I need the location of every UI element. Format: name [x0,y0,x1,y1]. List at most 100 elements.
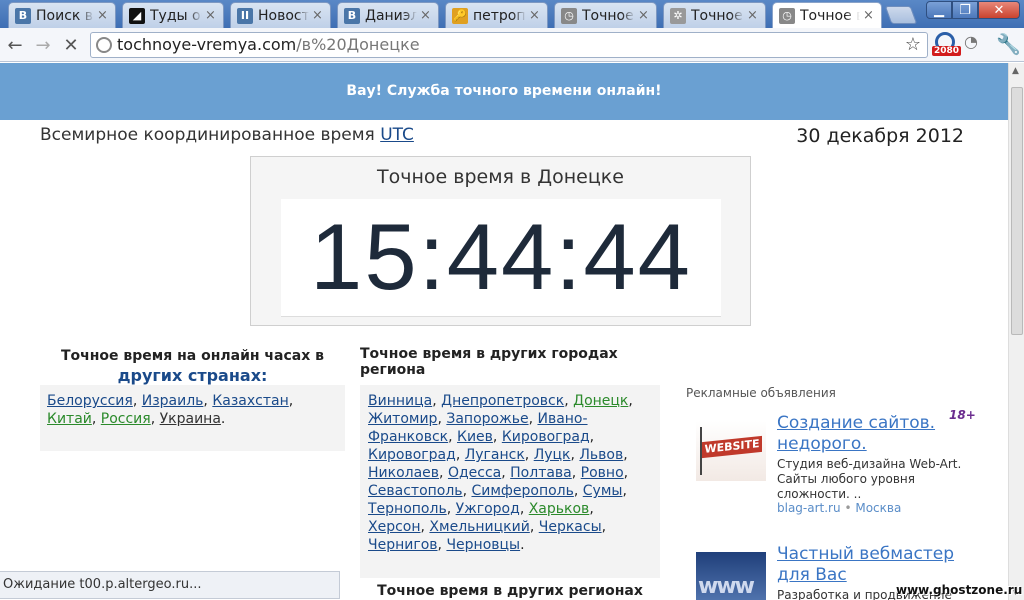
list-link[interactable]: Тернополь [368,501,447,517]
list-link[interactable]: Донецк [573,393,628,409]
ad-text: Студия веб-дизайна Web-Art. Сайты любого… [777,457,962,501]
list-link[interactable]: Черкасы [539,519,602,535]
utc-link[interactable]: UTC [380,125,414,145]
ad-title-link[interactable]: Частный вебмастер для Вас [777,544,977,586]
browser-tab[interactable]: B Даниэла× [337,2,439,28]
browser-tab[interactable]: 🔑 петропа× [445,2,548,28]
browser-tab[interactable]: ◷ Точное в× [772,2,882,28]
stop-loading-icon[interactable]: ✕ [60,34,82,56]
list-separator: , [150,411,160,427]
vertical-scrollbar[interactable]: ▲ ▼ [1008,63,1024,600]
browser-tab[interactable]: ◢ Туды о0× [122,2,224,28]
list-link[interactable]: Житомир [368,411,437,427]
list-link[interactable]: Украина [160,411,221,427]
page-viewport: Вау! Служба точного времени онлайн! Всем… [0,63,1008,600]
list-link[interactable]: Луцк [534,447,571,463]
list-link[interactable]: Сумы [583,483,623,499]
back-arrow-icon[interactable]: ← [4,34,26,56]
list-separator: , [623,465,629,481]
vk-icon: B [344,7,360,24]
bookmark-star-icon[interactable]: ☆ [905,33,921,57]
clock-icon: ◷ [561,7,577,24]
tab-close-icon[interactable]: × [97,8,109,23]
list-separator: , [91,411,101,427]
list-separator: , [564,393,574,409]
list-separator: , [203,393,213,409]
list-separator: . [520,537,525,553]
ad-domain[interactable]: blag-art.ru [777,501,841,515]
list-link[interactable]: Черновцы [446,537,520,553]
list-separator: , [132,393,142,409]
list-link[interactable]: Симферополь [471,483,573,499]
tab-close-icon[interactable]: × [747,8,759,23]
list-separator: . [220,411,226,427]
list-link[interactable]: Винница [368,393,432,409]
list-separator: , [589,501,594,517]
list-link[interactable]: Ровно [581,465,624,481]
ads-label: Рекламные объявления [686,386,836,400]
site-banner: Вау! Служба точного времени онлайн! [0,63,1008,120]
browser-tab[interactable]: B Поиск в × [8,2,116,28]
clock-icon: ◷ [779,7,795,24]
list-separator: , [628,393,633,409]
extension-counter-icon[interactable]: 2080 [932,32,962,58]
clock-time: 15:44:44 [310,204,692,309]
tab-close-icon[interactable]: × [420,8,432,23]
list-separator: , [501,465,511,481]
window-close-button[interactable]: ✕ [978,1,1020,19]
clock-title: Точное время в Донецке [377,166,624,188]
browser-tab[interactable]: ✲ Точное в× [663,2,766,28]
list-link[interactable]: Израиль [142,393,204,409]
tab-close-icon[interactable]: × [529,8,541,23]
list-link[interactable]: Николаев [368,465,439,481]
ad-title-link[interactable]: Создание сайтов. недорого. [777,413,977,455]
list-link[interactable]: Белоруссия [47,393,133,409]
browser-tab[interactable]: ◷ Точное в× [554,2,657,28]
search-icon: 🔑 [452,7,468,24]
list-link[interactable]: Китай [47,411,92,427]
list-link[interactable]: Ужгород [456,501,520,517]
address-bar[interactable]: tochnoye-vremya.com/в%20Донецке ☆ [90,32,928,58]
list-link[interactable]: Днепропетровск [441,393,564,409]
tab-close-icon[interactable]: × [638,8,650,23]
cities-heading: Точное время в других городах региона [360,346,618,378]
ad-image[interactable]: www [696,552,766,600]
browser-tab[interactable]: II Новости× [230,2,331,28]
list-link[interactable]: Кировоград [368,447,456,463]
list-link[interactable]: Хмельницкий [429,519,529,535]
utc-prefix: Всемирное координированное время [40,125,375,145]
list-link[interactable]: Киев [457,429,493,445]
wrench-menu-icon[interactable]: 🔧 [996,32,1022,58]
list-link[interactable]: Полтава [510,465,572,481]
list-link[interactable]: Казахстан [212,393,288,409]
scroll-up-arrow-icon[interactable]: ▲ [1012,66,1019,76]
watermark: www.ghostzone.ru [896,583,1023,597]
separator-dot: • [844,501,852,515]
tab-title: петропа [473,7,526,24]
list-link[interactable]: Севастополь [368,483,463,499]
list-link[interactable]: Луганск [465,447,525,463]
ad-image[interactable]: WEBSITE [696,421,766,481]
minimize-button[interactable]: ▁ [926,1,952,19]
list-link[interactable]: Харьков [529,501,590,517]
extension-moon-icon[interactable]: ◔ [964,32,990,58]
tab-close-icon[interactable]: × [205,8,217,23]
list-link[interactable]: Запорожье [446,411,528,427]
list-link[interactable]: Львов [579,447,623,463]
tab-close-icon[interactable]: × [863,8,875,23]
maximize-button[interactable]: ❐ [952,1,978,19]
list-separator: , [573,483,583,499]
new-tab-button[interactable] [884,6,918,24]
list-link[interactable]: Чернигов [368,537,438,553]
tab-strip: BПоиск в×◢Туды о0×IIНовости×BДаниэла× 🔑 пе… [0,0,1024,28]
countries-heading-link[interactable]: других странах: [40,366,345,386]
tab-close-icon[interactable]: × [312,8,324,23]
list-link[interactable]: Одесса [448,465,501,481]
list-link[interactable]: Херсон [368,519,421,535]
scrollbar-thumb[interactable] [1011,87,1023,335]
clock-panel: Точное время в Донецке 15:44:44 [250,156,751,326]
ad-source[interactable]: blag-art.ru • Москва [777,501,901,515]
list-link[interactable]: Кировоград [502,429,590,445]
forward-arrow-icon[interactable]: → [32,34,54,56]
list-link[interactable]: Россия [101,411,151,427]
